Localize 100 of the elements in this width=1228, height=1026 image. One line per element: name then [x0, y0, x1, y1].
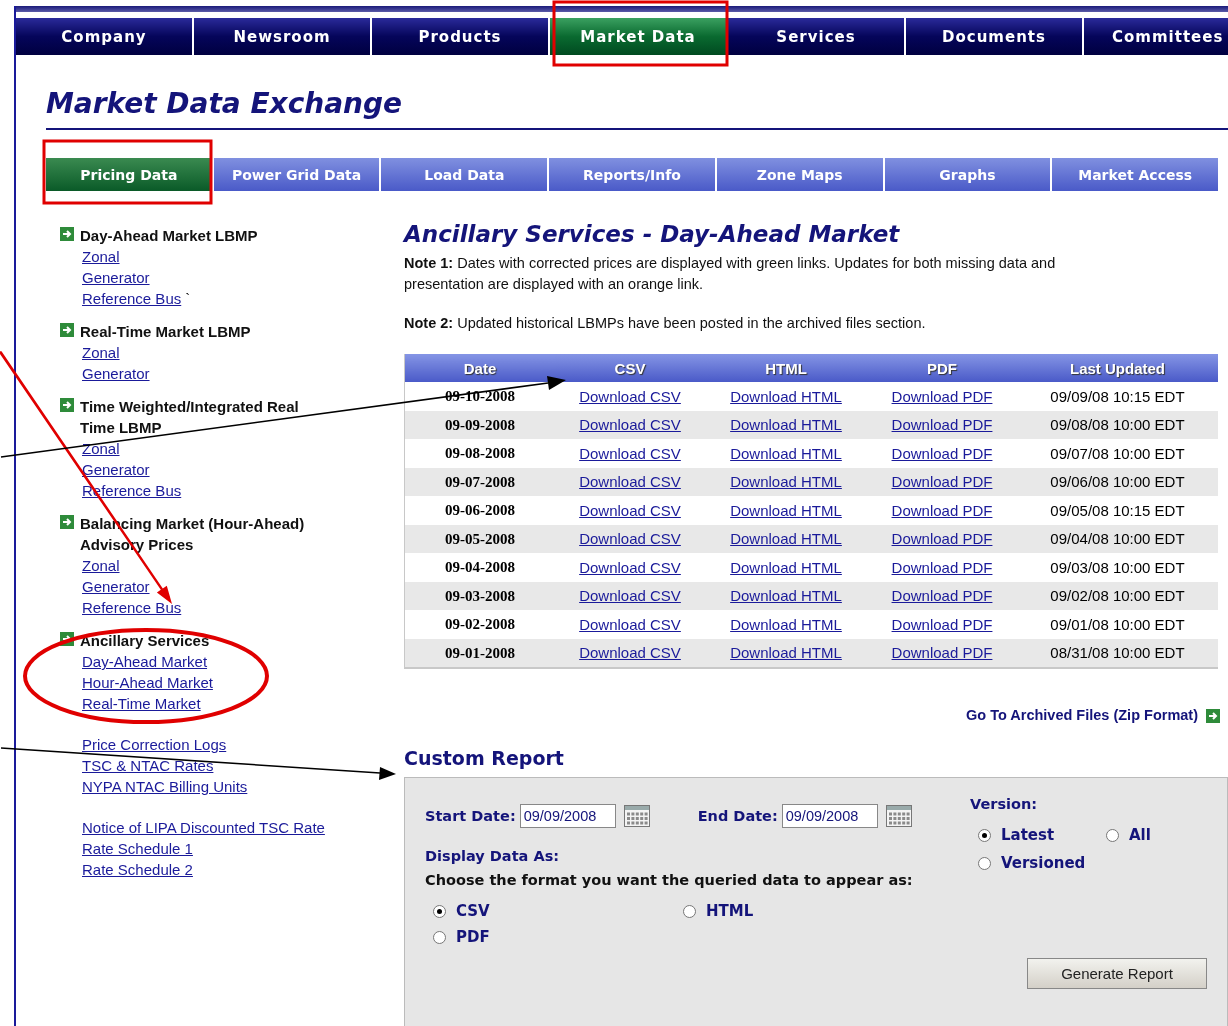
- sidebar-link[interactable]: Zonal: [82, 248, 120, 265]
- radio-button[interactable]: [433, 930, 446, 944]
- radio-label: Latest: [1001, 826, 1055, 844]
- download-link[interactable]: Download PDF: [891, 558, 993, 576]
- download-link[interactable]: Download PDF: [891, 444, 993, 462]
- sidebar-link[interactable]: Price Correction Logs: [82, 736, 227, 753]
- sub-tab[interactable]: Pricing Data: [46, 158, 212, 191]
- download-link[interactable]: Download CSV: [579, 558, 681, 576]
- nav-tab[interactable]: Documents: [906, 18, 1082, 55]
- sidebar-link[interactable]: Reference Bus: [82, 599, 182, 616]
- sidebar-link[interactable]: TSC & NTAC Rates: [82, 757, 214, 774]
- download-link[interactable]: Download HTML: [730, 444, 842, 462]
- table-cell: 09-10-2008: [445, 388, 515, 405]
- radio-button[interactable]: [433, 904, 446, 918]
- sidebar-link[interactable]: Hour-Ahead Market: [82, 674, 213, 691]
- nav-tab[interactable]: Newsroom: [194, 18, 370, 55]
- nav-tab[interactable]: Market Data: [550, 18, 726, 55]
- sidebar-link[interactable]: Rate Schedule 2: [82, 861, 193, 878]
- section-heading: Time Weighted/Integrated Real Time LBMP: [80, 397, 300, 438]
- section-heading: Day-Ahead Market LBMP: [80, 226, 259, 246]
- table-cell: 09-04-2008: [445, 559, 515, 576]
- calendar-icon[interactable]: [623, 805, 650, 827]
- column-header: HTML: [705, 354, 867, 382]
- page-title: Market Data Exchange: [46, 87, 404, 120]
- table-cell: 09-02-2008: [445, 616, 515, 633]
- nav-tab[interactable]: Committees: [1084, 18, 1228, 55]
- stray-mark: `: [185, 290, 191, 307]
- sidebar-link[interactable]: Generator: [82, 365, 150, 382]
- section-heading: Real-Time Market LBMP: [80, 322, 252, 342]
- table-cell: 09-08-2008: [445, 445, 515, 462]
- sub-tab[interactable]: Market Access: [1052, 158, 1219, 191]
- field-label: Start Date:: [425, 808, 516, 824]
- download-link[interactable]: Download CSV: [579, 444, 681, 462]
- generate-report-button[interactable]: Generate Report: [1027, 958, 1207, 989]
- download-link[interactable]: Download PDF: [891, 615, 993, 633]
- sidebar-link[interactable]: Notice of LIPA Discounted TSC Rate: [82, 819, 325, 836]
- arrow-icon: [60, 398, 74, 412]
- table-cell: 09/06/08 10:00 EDT: [1050, 473, 1185, 491]
- radio-button[interactable]: [683, 904, 696, 918]
- radio-label: All: [1129, 826, 1151, 844]
- sidebar-link[interactable]: Zonal: [82, 344, 120, 361]
- download-link[interactable]: Download CSV: [579, 387, 681, 405]
- sidebar-link[interactable]: Zonal: [82, 557, 120, 574]
- format-prompt: Choose the format you want the queried data to appear as:: [425, 872, 914, 888]
- sidebar-link[interactable]: Generator: [82, 461, 150, 478]
- radio-label: HTML: [706, 902, 754, 920]
- column-header: Last Updated: [1017, 354, 1218, 382]
- radio-button[interactable]: [1106, 828, 1119, 842]
- table-cell: 09-01-2008: [445, 644, 515, 661]
- note-text: Note 1: Dates with corrected prices are displayed with green links. Updates for both missing data and presentation are displayed with an orange link.: [404, 254, 1057, 294]
- radio-label: CSV: [456, 902, 490, 920]
- table-cell: 09/09/08 10:15 EDT: [1050, 387, 1185, 405]
- date-field[interactable]: 09/09/2008: [781, 804, 878, 828]
- radio-button[interactable]: [978, 828, 991, 842]
- sidebar-link[interactable]: Generator: [82, 269, 150, 286]
- table-cell: 09-06-2008: [445, 502, 515, 519]
- sidebar-link[interactable]: NYPA NTAC Billing Units: [82, 778, 248, 795]
- arrow-icon: [60, 227, 74, 241]
- nav-tab[interactable]: Company: [16, 18, 192, 55]
- sidebar-link[interactable]: Reference Bus: [82, 290, 182, 307]
- date-field[interactable]: 09/09/2008: [519, 804, 616, 828]
- sub-tab[interactable]: Reports/Info: [549, 158, 715, 191]
- radio-label: PDF: [456, 928, 490, 946]
- column-header: CSV: [555, 354, 705, 382]
- column-header: PDF: [867, 354, 1017, 382]
- download-link[interactable]: Download CSV: [579, 501, 681, 519]
- arrow-icon: [1206, 709, 1220, 723]
- table-cell: 09/07/08 10:00 EDT: [1050, 444, 1185, 462]
- table-cell: 09-05-2008: [445, 530, 515, 547]
- download-link[interactable]: Download HTML: [730, 501, 842, 519]
- section-title: Custom Report: [404, 747, 565, 769]
- sub-tab[interactable]: Power Grid Data: [213, 158, 380, 191]
- nav-tab[interactable]: Products: [372, 18, 548, 55]
- download-link[interactable]: Download PDF: [891, 387, 993, 405]
- sidebar-link[interactable]: Day-Ahead Market: [82, 653, 208, 670]
- arrow-icon: [60, 323, 74, 337]
- archive-link[interactable]: Go To Archived Files (Zip Format): [966, 707, 1198, 723]
- radio-button[interactable]: [978, 856, 991, 870]
- note-text: Note 2: Updated historical LBMPs have been posted in the archived files section.: [404, 314, 927, 333]
- download-link[interactable]: Download HTML: [730, 558, 842, 576]
- table-cell: 09/08/08 10:00 EDT: [1050, 416, 1185, 434]
- sub-tab[interactable]: Graphs: [884, 158, 1051, 191]
- download-link[interactable]: Download HTML: [730, 387, 842, 405]
- table-cell: 09/04/08 10:00 EDT: [1050, 530, 1185, 548]
- column-header: Date: [404, 354, 555, 382]
- sub-tab[interactable]: Zone Maps: [716, 158, 883, 191]
- sidebar-link[interactable]: Real-Time Market: [82, 695, 201, 712]
- download-link[interactable]: Download CSV: [579, 615, 681, 633]
- field-label: Display Data As:: [425, 848, 561, 864]
- table-cell: 09-03-2008: [445, 587, 515, 604]
- sidebar-link[interactable]: Zonal: [82, 440, 120, 457]
- download-link[interactable]: Download PDF: [891, 501, 993, 519]
- nav-tab[interactable]: Services: [728, 18, 904, 55]
- arrow-icon: [60, 515, 74, 529]
- sidebar-link[interactable]: Generator: [82, 578, 150, 595]
- calendar-icon[interactable]: [885, 805, 912, 827]
- field-label: Version:: [970, 796, 1039, 812]
- download-link[interactable]: Download HTML: [730, 615, 842, 633]
- sub-tab[interactable]: Load Data: [381, 158, 548, 191]
- sidebar-link[interactable]: Rate Schedule 1: [82, 840, 193, 857]
